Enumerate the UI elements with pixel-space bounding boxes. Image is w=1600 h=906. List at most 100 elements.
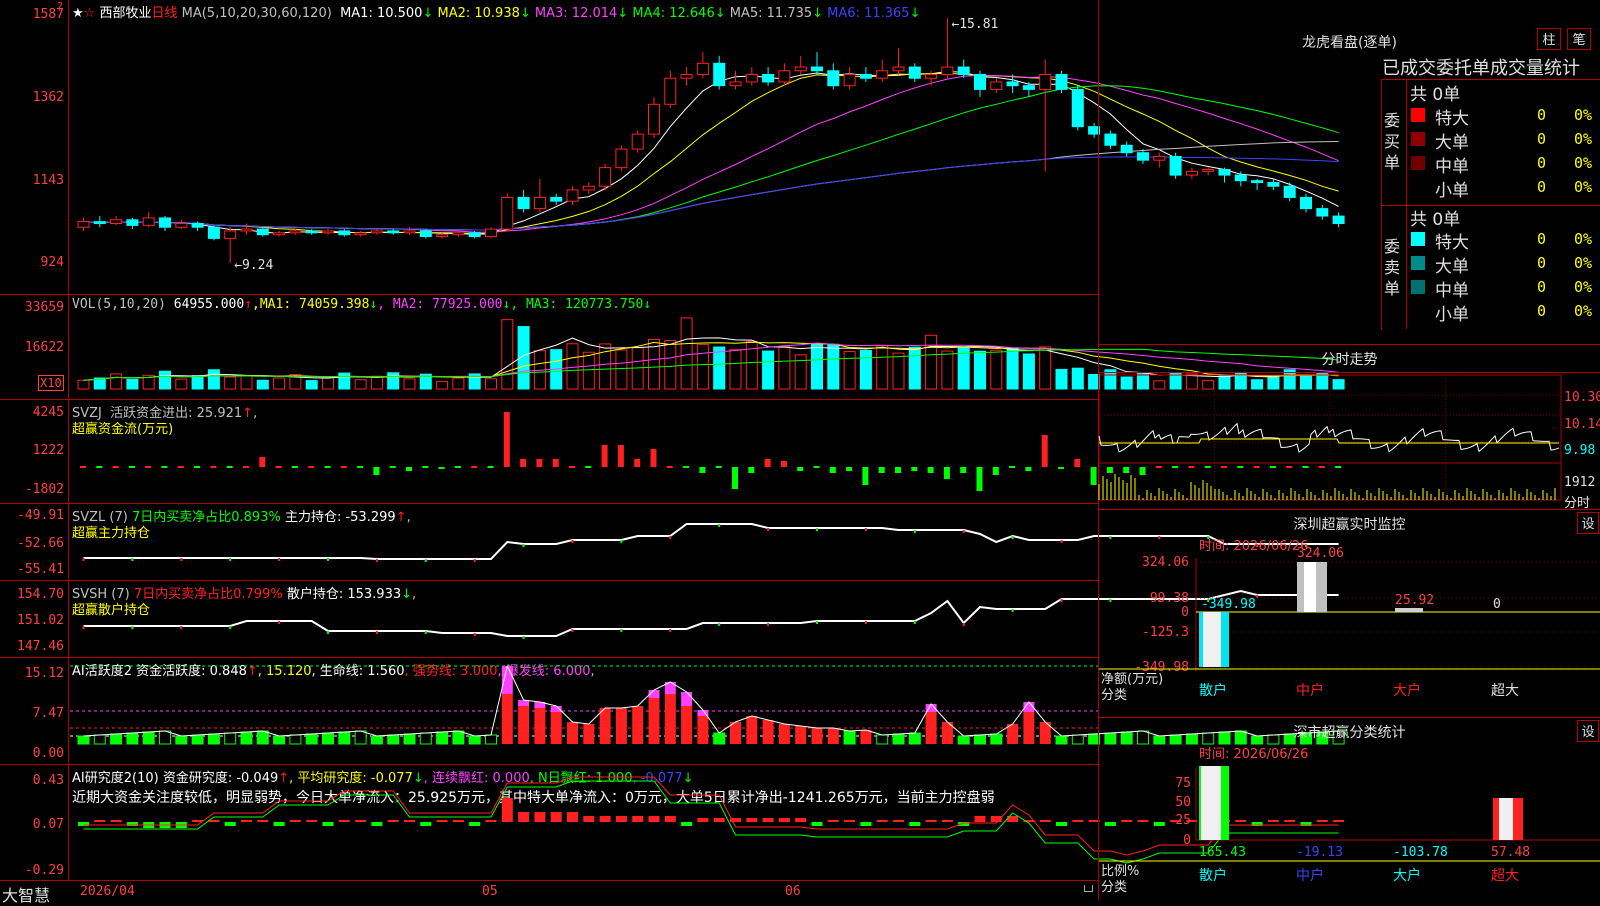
volume-bar (892, 352, 905, 390)
flow-bar (585, 466, 592, 468)
category-name: 中户 (1296, 867, 1324, 884)
candle (550, 196, 563, 202)
research-bar (1072, 820, 1084, 822)
intraday-panel[interactable]: 分时走势 10.30 10.14 9.98 1912 分时 (1098, 345, 1600, 511)
bar-mode-button[interactable]: 柱 (1537, 28, 1561, 50)
activity-bar (452, 730, 465, 745)
kline-chart[interactable]: ←15.81 ←9.24 (0, 0, 1345, 295)
ai-activity-chart[interactable] (0, 658, 1345, 765)
research-bar (289, 820, 301, 822)
svsh-pane[interactable]: 154.70 151.02 147.46 SVSH (7) 7日内买卖净占比0.… (0, 581, 1339, 658)
flow-bar (764, 459, 771, 467)
buy-side-label: 委 买 单 (1384, 111, 1401, 172)
activity-bar (550, 712, 562, 744)
legend-swatch (1411, 256, 1425, 270)
candle (615, 148, 628, 169)
candle (419, 230, 432, 238)
sell-side-label: 委 卖 单 (1384, 237, 1401, 298)
svzj-pane[interactable]: 4245 1222 -1802 SVZJ 活跃资金进出: 25.921↑, 超赢… (0, 400, 1342, 504)
lock-icon[interactable] (1084, 885, 1093, 892)
candle (908, 66, 921, 79)
holding-tick (278, 621, 281, 624)
activity-bar (1023, 712, 1035, 744)
research-bar (224, 822, 236, 826)
flow-bar (732, 467, 738, 489)
volume-bar (729, 349, 742, 390)
research-bar (355, 820, 367, 822)
candle (370, 230, 383, 234)
holding-tick (620, 629, 623, 632)
svzj-chart[interactable] (0, 400, 1342, 504)
svsh-chart[interactable] (0, 581, 1339, 658)
activity-bar (534, 708, 546, 744)
volume-bar (126, 378, 139, 390)
activity-bar (207, 733, 220, 745)
activity-bar (713, 732, 726, 745)
holding-tick (424, 559, 427, 562)
research-bar (746, 818, 758, 822)
volume-bar (762, 350, 775, 390)
order-percent: 0% (1574, 278, 1593, 296)
volume-bar (696, 344, 709, 390)
research-bar (94, 820, 106, 822)
activity-bar (354, 730, 367, 745)
volume-pane[interactable]: 33659 16622 X10 VOL(5,10,20) 64955.000↑,… (0, 295, 1345, 400)
order-size-label: 特大 (1435, 109, 1469, 129)
volume-bar (974, 350, 986, 390)
flow-bar (601, 445, 608, 467)
holding-tick (816, 528, 818, 531)
flow-bar (1090, 467, 1097, 485)
flow-bar (634, 459, 641, 467)
ai-research-pane[interactable]: 0.43 0.07 -0.29 AI研究度2(10) 资金研究度: -0.049… (0, 765, 1345, 880)
volume-bar (680, 317, 693, 390)
price-line (1098, 422, 1560, 453)
volume-bar (827, 343, 840, 390)
volume-bar (175, 378, 188, 390)
holding-tick (180, 558, 183, 561)
candle (256, 228, 269, 236)
svzl-pane[interactable]: -49.91 -52.66 -55.41 SVZL (7) 7日内买卖净占比0.… (0, 504, 1339, 581)
svzl-chart[interactable] (0, 504, 1339, 581)
sz-stats-chart[interactable]: 75 50 25 0 165.43 散户 -19.13 中户 -103.78 大户 57.48 超大 (1099, 718, 1600, 900)
legend-swatch (1411, 108, 1425, 122)
holding-tick (962, 530, 965, 533)
mid-bar-shine (1304, 562, 1316, 612)
order-size-label: 大单 (1435, 133, 1469, 153)
activity-bar (191, 734, 204, 745)
activity-bar (550, 706, 562, 712)
flow-bar (569, 466, 575, 468)
volume-bar (1055, 368, 1068, 390)
research-bar (583, 816, 595, 822)
order-count: 0 (1537, 106, 1547, 124)
low-marker-label: ←9.24 (234, 258, 273, 273)
activity-bar (338, 731, 351, 745)
monitor-value: 0 (1493, 597, 1501, 612)
volume-bar (925, 334, 938, 390)
tick-mode-button[interactable]: 笔 (1567, 28, 1591, 50)
volume-bar (485, 378, 497, 390)
volume-chart[interactable] (0, 295, 1345, 400)
holding-tick (816, 621, 818, 624)
flow-bar (520, 459, 527, 467)
candle (240, 228, 253, 232)
flow-bar (177, 466, 184, 468)
holding-tick (669, 536, 672, 539)
ai-activity-pane[interactable]: 15.12 7.47 0.00 AI活跃度2 资金活跃度: 0.848↑, 15… (0, 658, 1345, 765)
activity-bar (827, 728, 839, 744)
candle (159, 217, 171, 228)
ai-research-chart[interactable] (0, 765, 1345, 880)
brand-label[interactable]: 大智慧 (2, 882, 50, 906)
volume-bar (452, 377, 465, 390)
activity-bar (387, 734, 400, 745)
flow-bar (911, 467, 918, 471)
intraday-chart[interactable] (1098, 345, 1600, 510)
activity-bar (876, 734, 889, 745)
kline-pane[interactable]: ? 1587 1362 1143 924 ★☆ 西部牧业日线 MA(5,10,2… (0, 0, 1345, 295)
stats-axis-label: 25 (1175, 813, 1191, 828)
candle (126, 219, 139, 226)
activity-bar (240, 731, 253, 745)
research-bar (469, 822, 481, 826)
candle (289, 230, 302, 234)
sz-monitor-chart[interactable]: 324.0699.380-125.3-349.98-349.98324.0625… (1099, 510, 1600, 718)
monitor-axis-label: 99.38 (1150, 591, 1189, 606)
